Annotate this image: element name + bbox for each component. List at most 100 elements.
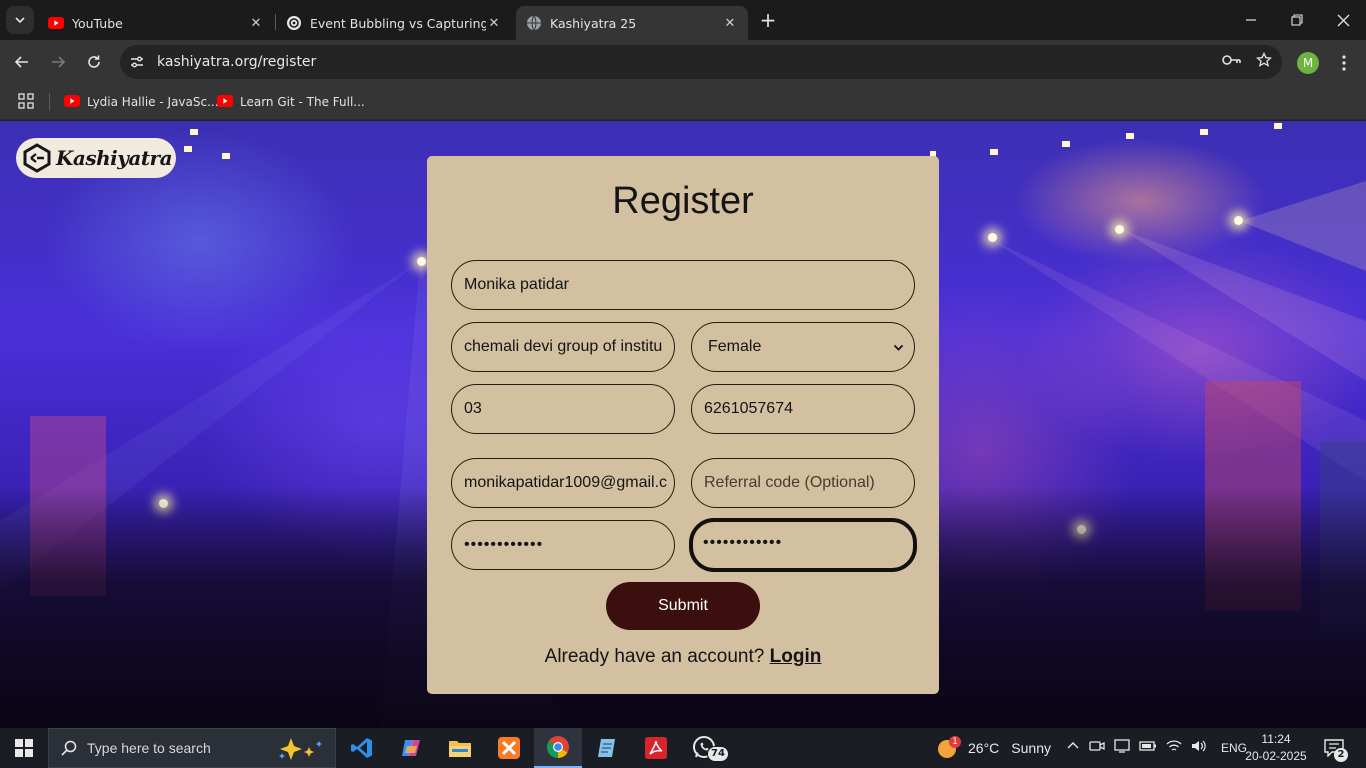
login-prompt: Already have an account? Login	[427, 646, 939, 668]
youtube-icon	[48, 15, 64, 31]
folder-icon	[449, 741, 471, 757]
site-settings-button[interactable]	[120, 45, 154, 79]
tab-kashiyatra[interactable]: Kashiyatra 25 ✕	[516, 6, 748, 40]
vscode-icon	[351, 738, 372, 758]
copilot-icon	[402, 740, 420, 756]
back-button[interactable]	[8, 48, 36, 76]
tab-event-bubbling[interactable]: Event Bubbling vs Capturing ✕	[276, 6, 512, 40]
camera-icon[interactable]	[1089, 739, 1105, 757]
weather-temp: 26°C	[968, 740, 1000, 756]
pdf-icon	[645, 737, 667, 759]
taskbar-file-explorer[interactable]	[436, 728, 484, 768]
volume-icon[interactable]	[1191, 739, 1207, 757]
email-input[interactable]: monikapatidar1009@gmail.c	[451, 458, 675, 508]
notepad-icon	[598, 739, 615, 757]
search-placeholder: Type here to search	[87, 740, 211, 756]
taskbar-xampp[interactable]	[485, 728, 533, 768]
stage-light	[1115, 225, 1124, 234]
year-input[interactable]: 03	[451, 384, 675, 434]
chevron-down-icon	[893, 344, 904, 351]
kashiyatra-logo[interactable]: Kashiyatra	[16, 138, 176, 178]
taskbar-chrome[interactable]	[534, 728, 582, 768]
display-icon[interactable]	[1114, 739, 1130, 757]
battery-icon[interactable]	[1139, 740, 1157, 756]
bookmarks-bar: Lydia Hallie - JavaSc... Learn Git - The…	[0, 84, 1366, 120]
close-tab-icon[interactable]: ✕	[486, 15, 502, 31]
close-tab-icon[interactable]: ✕	[722, 15, 738, 31]
windows-taskbar: Type here to search 74 1 26°C Sunny ENG …	[0, 728, 1366, 768]
taskbar-whatsapp[interactable]: 74	[681, 728, 729, 768]
clock-time: 11:24	[1261, 732, 1291, 746]
youtube-icon	[64, 94, 80, 110]
tab-title: YouTube	[72, 15, 123, 31]
taskbar-search[interactable]: Type here to search	[48, 728, 336, 768]
tab-title: Kashiyatra 25	[550, 15, 637, 31]
browser-menu-button[interactable]	[1334, 50, 1354, 76]
url-text[interactable]: kashiyatra.org/register	[157, 54, 316, 70]
search-icon	[61, 740, 77, 756]
clock-date: 20-02-2025	[1245, 749, 1307, 763]
login-link[interactable]: Login	[770, 646, 822, 667]
gender-select[interactable]: Female	[691, 322, 915, 372]
arrow-right-icon	[52, 56, 66, 68]
more-vertical-icon	[1342, 55, 1346, 71]
close-window-button[interactable]	[1320, 0, 1366, 40]
taskbar-vscode[interactable]	[338, 728, 386, 768]
sparkle-icon	[277, 737, 329, 765]
tab-search-button[interactable]	[6, 6, 34, 34]
bookmark-label: Lydia Hallie - JavaSc...	[87, 95, 219, 109]
logo-mark-icon	[23, 143, 51, 173]
restore-icon	[1291, 14, 1303, 26]
close-tab-icon[interactable]: ✕	[248, 15, 264, 31]
phone-input[interactable]: 6261057674	[691, 384, 915, 434]
chevron-up-icon[interactable]	[1066, 739, 1080, 757]
confirm-password-input[interactable]: ••••••••••••	[689, 518, 917, 572]
logo-text: Kashiyatra	[56, 146, 173, 170]
bookmark-learn-git[interactable]: Learn Git - The Full...	[217, 92, 365, 112]
taskbar-notepad[interactable]	[583, 728, 631, 768]
xampp-icon	[498, 737, 520, 759]
have-account-text: Already have an account?	[544, 646, 765, 667]
stage-light	[1234, 216, 1243, 225]
submit-button[interactable]: Submit	[606, 582, 760, 630]
globe-icon	[526, 15, 542, 31]
weather-badge: 1	[949, 736, 961, 748]
taskbar-copilot[interactable]	[387, 728, 435, 768]
address-bar[interactable]: kashiyatra.org/register	[120, 45, 1282, 79]
name-input[interactable]: Monika patidar	[451, 260, 915, 310]
start-button[interactable]	[0, 728, 48, 768]
password-input[interactable]: ••••••••••••	[451, 520, 675, 570]
reload-button[interactable]	[80, 48, 108, 76]
tab-youtube[interactable]: YouTube ✕	[38, 6, 274, 40]
college-input[interactable]: chemali devi group of institu	[451, 322, 675, 372]
close-icon	[1337, 14, 1349, 26]
notification-center-button[interactable]: 2	[1324, 728, 1348, 768]
youtube-icon	[217, 94, 233, 110]
taskbar-acrobat[interactable]	[632, 728, 680, 768]
wifi-icon[interactable]	[1166, 739, 1182, 757]
forward-button[interactable]	[44, 48, 72, 76]
register-card: Register Monika patidar chemali devi gro…	[427, 156, 939, 694]
weather-widget[interactable]: 1 26°C Sunny	[936, 728, 1051, 768]
browser-toolbar: kashiyatra.org/register M	[0, 40, 1366, 84]
bookmark-lydia-hallie[interactable]: Lydia Hallie - JavaSc...	[64, 92, 219, 112]
password-key-icon[interactable]	[1222, 53, 1242, 71]
whatsapp-badge: 74	[707, 746, 729, 762]
chatgpt-icon	[286, 15, 302, 31]
clock[interactable]: 11:24 20-02-2025	[1244, 731, 1308, 765]
bookmark-star-icon[interactable]	[1255, 51, 1273, 72]
plus-icon: +	[759, 8, 777, 32]
referral-code-input[interactable]: Referral code (Optional)	[691, 458, 915, 508]
bookmarks-divider	[49, 93, 50, 111]
new-tab-button[interactable]: +	[756, 8, 780, 32]
restore-button[interactable]	[1274, 0, 1320, 40]
tune-icon	[131, 56, 143, 68]
system-tray: ENG	[1066, 728, 1247, 768]
profile-avatar[interactable]: M	[1297, 52, 1319, 74]
minimize-button[interactable]	[1228, 0, 1274, 40]
register-title: Register	[612, 180, 754, 222]
bookmark-label: Learn Git - The Full...	[240, 95, 365, 109]
page-viewport: Kashiyatra Register Monika patidar chema…	[0, 121, 1366, 728]
apps-grid-icon[interactable]	[18, 93, 34, 113]
minimize-icon	[1246, 19, 1256, 21]
